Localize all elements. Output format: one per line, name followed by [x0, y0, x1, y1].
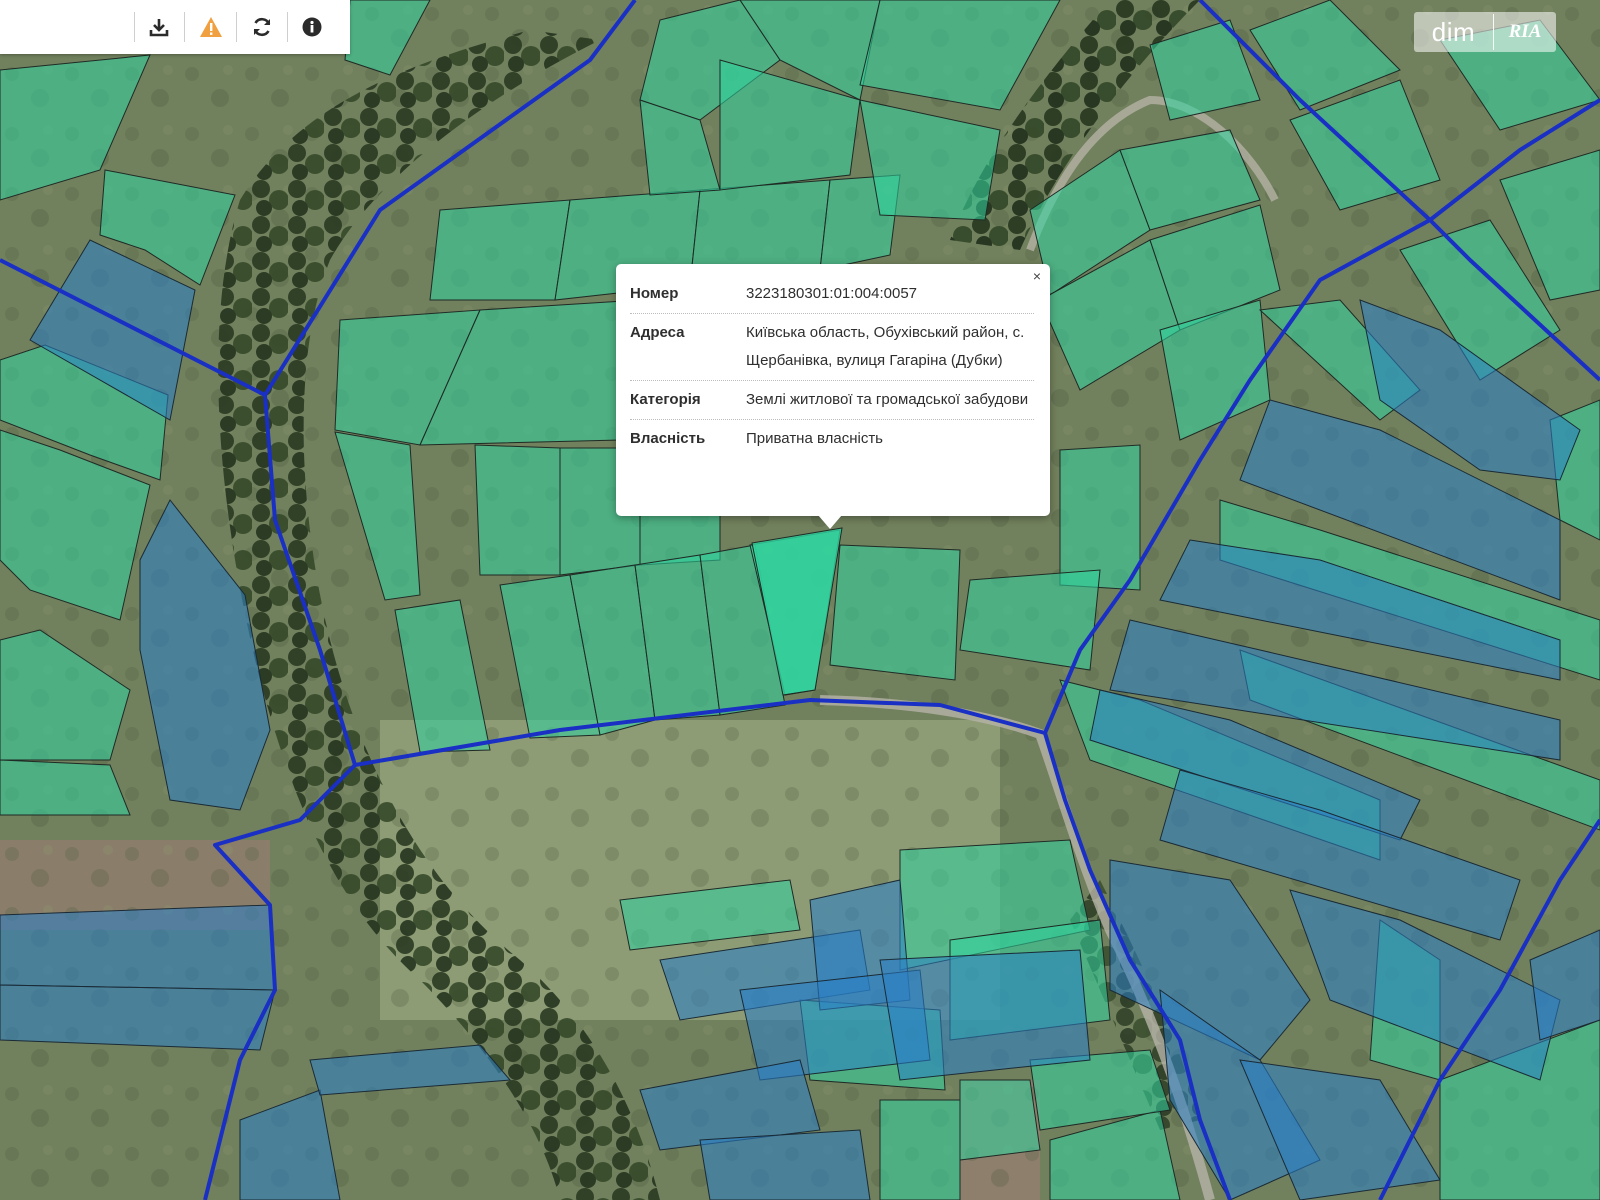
popup-row-ownership: Власність Приватна власність [630, 420, 1034, 458]
watermark-dim-text: dim [1431, 16, 1476, 47]
popup-value: Приватна власність [746, 430, 883, 447]
popup-row-category: Категорія Землі житлової та громадської … [630, 381, 1034, 420]
popup-row-address: Адреса Київська область, Обухівський рай… [630, 314, 1034, 381]
toolbar-separator [184, 12, 185, 42]
toolbar-separator [134, 12, 135, 42]
refresh-icon [253, 17, 271, 37]
map-toolbar [0, 0, 350, 54]
popup-close-button[interactable]: × [1033, 269, 1041, 283]
watermark-ria-text: RIA [1508, 21, 1542, 42]
popup-label: Власність [630, 430, 706, 447]
toolbar-separator [236, 12, 237, 42]
info-button[interactable] [295, 10, 329, 44]
popup-value: Землі житлової та громадської забудови [746, 391, 1029, 408]
warning-icon [200, 17, 222, 37]
download-button[interactable] [142, 10, 176, 44]
popup-label: Адреса [630, 324, 685, 341]
cadastral-map[interactable] [0, 0, 1600, 1200]
popup-label: Номер [630, 285, 679, 302]
popup-pointer [818, 515, 842, 529]
refresh-button[interactable] [245, 10, 279, 44]
dimria-watermark: dim RIA [1414, 12, 1556, 52]
download-icon [149, 19, 169, 37]
info-icon [302, 17, 322, 37]
popup-value: 3223180301:01:004:0057 [746, 285, 918, 302]
toolbar-separator [287, 12, 288, 42]
warning-button[interactable] [194, 10, 228, 44]
popup-row-number: Номер 3223180301:01:004:0057 [630, 275, 1034, 314]
popup-value: Київська область, Обухівський район, с. … [746, 324, 1025, 369]
popup-label: Категорія [630, 391, 701, 408]
parcel-info-popup: × Номер 3223180301:01:004:0057 Адреса Ки… [616, 264, 1050, 516]
